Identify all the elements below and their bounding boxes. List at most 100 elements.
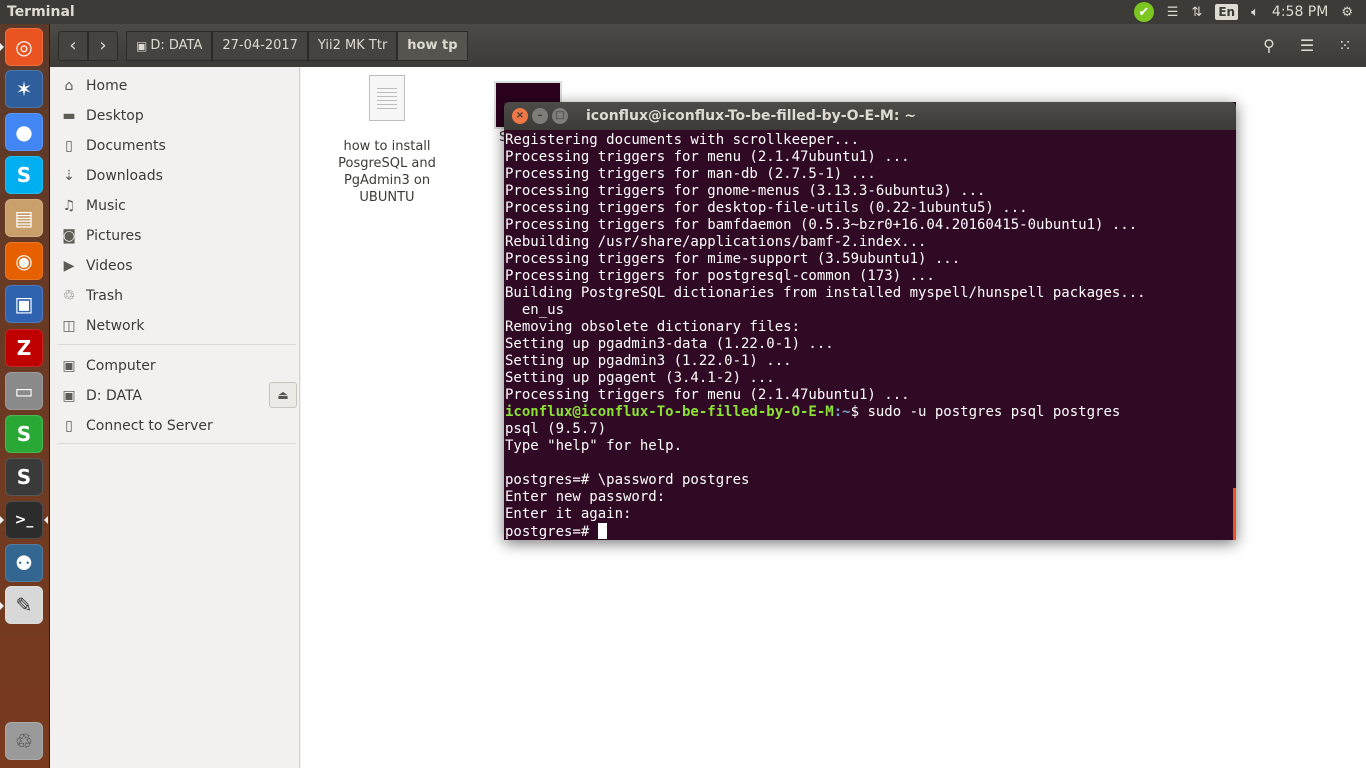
file-name: how to install PosgreSQL and PgAdmin3 on… (338, 139, 436, 205)
sidebar-item-videos[interactable]: ▶ Videos (60, 255, 133, 277)
search-button[interactable]: ⚲ (1252, 31, 1286, 61)
sidebar-item-desktop[interactable]: ▬ Desktop (60, 105, 143, 127)
eject-button[interactable]: ⏏ (269, 382, 297, 408)
file-manager-toolbar: ‹ › ▣ D: DATA 27-04-2017 Yii2 MK Ttr how … (50, 24, 1366, 67)
terminal-line: Removing obsolete dictionary files: (505, 319, 801, 335)
terminal-line: Registering documents with scrollkeeper.… (505, 132, 860, 148)
launcher-filezilla-icon[interactable]: Z (5, 329, 43, 367)
unity-launcher: ◎ ✶ ● S ▤ ◉ ▣ Z ▭ S S >_ ⚉ ✎ ♲ (0, 24, 50, 768)
software-updater-icon[interactable]: ✔ (1133, 2, 1154, 22)
terminal-line: Processing triggers for menu (2.1.47ubun… (505, 149, 910, 165)
launcher-s-app-icon[interactable]: S (5, 415, 43, 453)
place-icon: ▯ (65, 138, 73, 154)
running-indicator (0, 43, 4, 51)
search-icon: ⚲ (1263, 36, 1275, 55)
terminal-line: Setting up pgadmin3 (1.22.0-1) ... (505, 353, 792, 369)
launcher-terminal-icon[interactable]: >_ (5, 501, 43, 539)
sidebar-item-label: Home (86, 78, 128, 94)
terminal-output[interactable]: Registering documents with scrollkeeper.… (504, 130, 1236, 540)
terminal-titlebar[interactable]: × – □ iconflux@iconflux-To-be-filled-by-… (504, 102, 1236, 130)
breadcrumb-drive[interactable]: ▣ D: DATA (126, 30, 213, 61)
back-button[interactable]: ‹ (58, 30, 88, 61)
prompt-path: :~ (833, 404, 851, 420)
clock[interactable]: 4:58 PM (1272, 4, 1328, 20)
terminal-line: Processing triggers for mime-support (3.… (505, 251, 961, 267)
sidebar-item-computer[interactable]: ▣ Computer (60, 355, 155, 377)
launcher-scratch-icon[interactable]: ✶ (5, 70, 43, 108)
sidebar-item-label: Documents (86, 138, 166, 154)
sidebar-item-pictures[interactable]: ◙ Pictures (60, 225, 141, 247)
launcher-text-editor-icon[interactable]: ✎ (5, 586, 43, 624)
sidebar-item-downloads[interactable]: ⇣ Downloads (60, 165, 163, 187)
launcher-sublime-text-icon[interactable]: S (5, 458, 43, 496)
launcher-pgadmin-icon[interactable]: ⚉ (5, 544, 43, 582)
prompt-command: $ sudo -u postgres psql postgres (850, 404, 1121, 420)
place-icon: ⇣ (63, 168, 75, 184)
grid-view-button[interactable]: ⁙ (1328, 31, 1362, 61)
breadcrumb-folder-1[interactable]: 27-04-2017 (212, 30, 308, 61)
close-button[interactable]: × (512, 108, 528, 124)
terminal-window[interactable]: × – □ iconflux@iconflux-To-be-filled-by-… (504, 102, 1236, 540)
indicator-area: ✔ ☰ ⇅ En 🔈︎ 4:58 PM ⚙ (1133, 0, 1366, 24)
maximize-button[interactable]: □ (552, 108, 568, 124)
chevron-left-icon: ‹ (69, 35, 77, 56)
sidebar-item-network[interactable]: ◫ Network (60, 315, 144, 337)
menu-list-icon[interactable]: ☰ (1167, 5, 1179, 20)
terminal-prompt-line: iconflux@iconflux-To-be-filled-by-O-E-M:… (505, 404, 1236, 421)
keyboard-layout-indicator[interactable]: En (1215, 4, 1239, 20)
sidebar-item-label: Trash (86, 288, 123, 304)
launcher-dash-home-icon[interactable]: ◎ (5, 28, 43, 66)
launcher-chromium-icon[interactable]: ● (5, 113, 43, 151)
gear-icon[interactable]: ⚙ (1341, 5, 1353, 20)
terminal-line: Enter it again: (505, 506, 632, 522)
place-icon: ⌂ (64, 78, 74, 94)
breadcrumb-current-folder[interactable]: how tp (397, 30, 468, 61)
sidebar-item-home[interactable]: ⌂ Home (60, 75, 128, 97)
list-view-icon: ☰ (1299, 36, 1315, 55)
prompt-user: iconflux@iconflux-To-be-filled-by-O-E-M (505, 404, 834, 420)
terminal-scrollbar[interactable] (1233, 488, 1236, 540)
terminal-line: en_us (505, 302, 565, 318)
terminal-input-line[interactable]: postgres=# (505, 523, 1236, 540)
running-indicator (0, 516, 4, 524)
sidebar-item-connect-to-server[interactable]: ▯ Connect to Server (60, 415, 213, 437)
list-view-button[interactable]: ☰ (1290, 31, 1324, 61)
document-icon (369, 75, 405, 121)
launcher-virtualbox-icon[interactable]: ▣ (5, 285, 43, 323)
place-icon: ♲ (62, 288, 76, 304)
sidebar-item-documents[interactable]: ▯ Documents (60, 135, 166, 157)
running-indicator (0, 602, 4, 610)
minimize-button[interactable]: – (532, 108, 548, 124)
terminal-line: Processing triggers for bamfdaemon (0.5.… (505, 217, 1138, 233)
maximize-icon: □ (555, 110, 565, 121)
terminal-line: Building PostgreSQL dictionaries from in… (505, 285, 1146, 301)
file-item[interactable]: how to install PosgreSQL and PgAdmin3 on… (332, 75, 442, 206)
sidebar-item-label: D: DATA (86, 388, 143, 404)
forward-button[interactable]: › (88, 30, 118, 61)
launcher-disks-icon[interactable]: ▭ (5, 372, 43, 410)
place-icon: ▣ (62, 358, 76, 374)
sidebar-item-label: Videos (86, 258, 133, 274)
sidebar-separator (58, 344, 296, 345)
volume-icon[interactable]: 🔈︎ (1251, 5, 1259, 20)
terminal-title: iconflux@iconflux-To-be-filled-by-O-E-M:… (586, 108, 917, 124)
launcher-firefox-icon[interactable]: ◉ (5, 242, 43, 280)
sidebar-item-d-data[interactable]: ▣ D: DATA (60, 385, 142, 407)
network-arrows-icon[interactable]: ⇅ (1191, 5, 1202, 20)
launcher-files-icon[interactable]: ▤ (5, 199, 43, 237)
terminal-line: psql (9.5.7) (505, 421, 607, 437)
place-icon: ▶ (63, 258, 75, 274)
text-cursor (597, 523, 607, 539)
place-icon: ▯ (65, 418, 73, 434)
breadcrumb-folder-2[interactable]: Yii2 MK Ttr (307, 30, 398, 61)
sidebar-item-trash[interactable]: ♲ Trash (60, 285, 123, 307)
launcher-trash-icon[interactable]: ♲ (5, 722, 43, 760)
sidebar-item-label: Connect to Server (86, 418, 213, 434)
launcher-skype-icon[interactable]: S (5, 156, 43, 194)
terminal-line: postgres=# \password postgres (505, 472, 750, 488)
terminal-line: Processing triggers for postgresql-commo… (505, 268, 935, 284)
sidebar-item-label: Music (86, 198, 126, 214)
sidebar-item-music[interactable]: ♫ Music (60, 195, 126, 217)
place-icon: ▣ (62, 388, 76, 404)
terminal-line: Setting up pgagent (3.4.1-2) ... (505, 370, 775, 386)
